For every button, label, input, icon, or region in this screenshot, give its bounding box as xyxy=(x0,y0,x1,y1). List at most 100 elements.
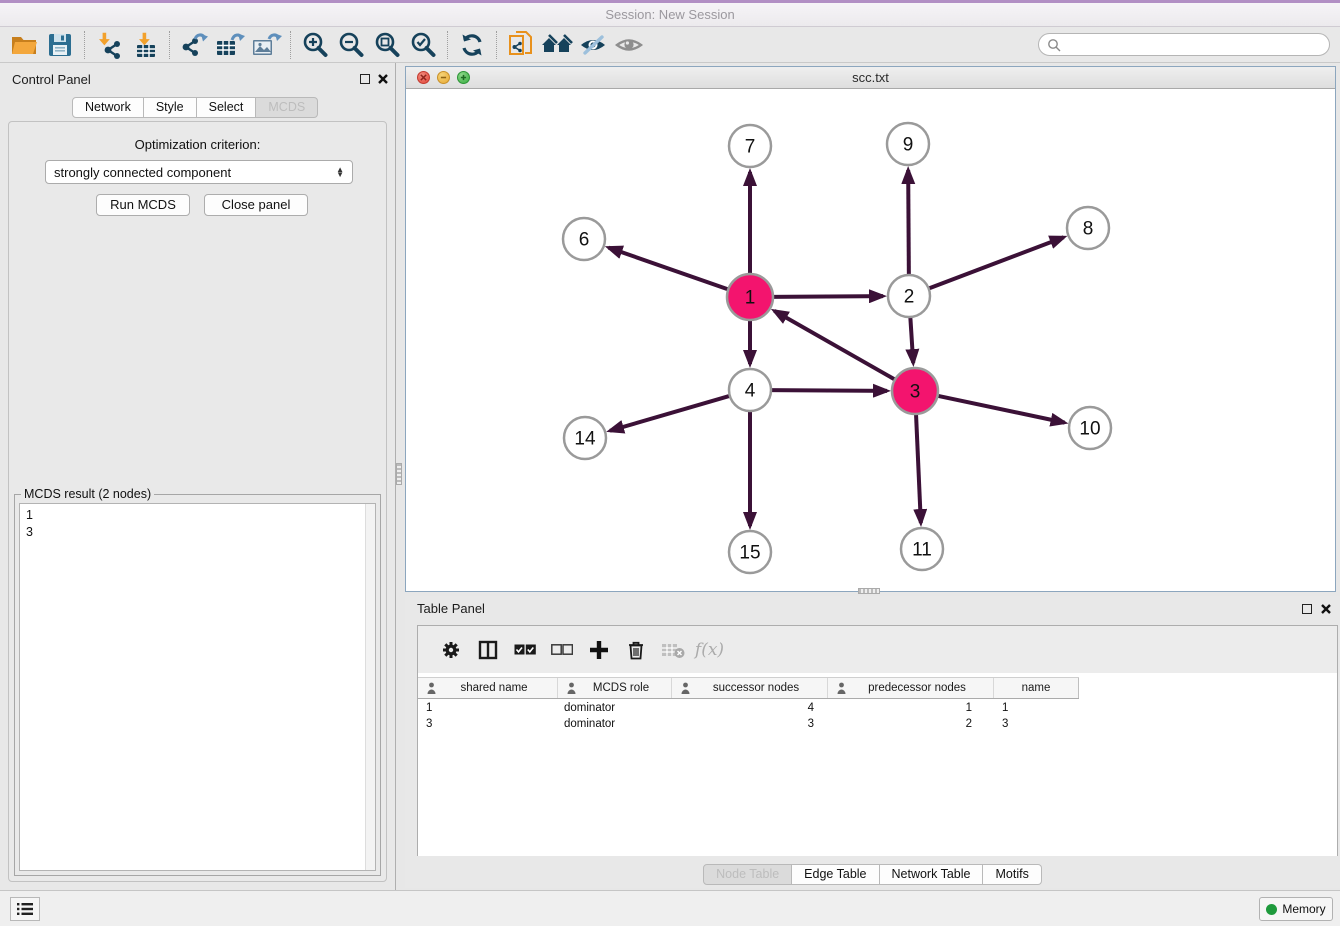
eye-icon xyxy=(614,33,644,57)
network-canvas[interactable]: 7968124314101511 xyxy=(406,89,1335,591)
tab-network-table[interactable]: Network Table xyxy=(880,864,984,885)
graph-edge-4-14[interactable] xyxy=(610,396,731,431)
graph-edge-1-2[interactable] xyxy=(772,296,883,297)
run-mcds-button[interactable]: Run MCDS xyxy=(96,194,190,216)
horizontal-splitter-grip[interactable] xyxy=(858,588,880,594)
result-scrollbar[interactable] xyxy=(365,504,375,870)
column-header-name[interactable]: name xyxy=(994,678,1079,698)
graph-edge-3-11[interactable] xyxy=(916,413,921,523)
graph-node-label-1: 1 xyxy=(745,288,756,309)
mcds-result-box[interactable]: 1 3 xyxy=(19,503,376,871)
open-session-button[interactable] xyxy=(6,30,42,60)
refresh-button[interactable] xyxy=(454,30,490,60)
close-panel-button[interactable]: Close panel xyxy=(204,194,308,216)
graph-edge-2-3[interactable] xyxy=(910,316,913,363)
memory-label: Memory xyxy=(1282,902,1325,916)
zoom-in-button[interactable] xyxy=(297,30,333,60)
graph-edge-4-3[interactable] xyxy=(770,390,887,391)
search-input[interactable] xyxy=(1061,36,1329,54)
column-label: predecessor nodes xyxy=(853,682,993,694)
export-network-button[interactable] xyxy=(176,30,212,60)
graph-edge-1-6[interactable] xyxy=(609,248,730,290)
import-table-button[interactable] xyxy=(127,30,163,60)
tab-edge-table[interactable]: Edge Table xyxy=(792,864,879,885)
cell-mcds-role: dominator xyxy=(558,702,672,714)
graph-edge-2-8[interactable] xyxy=(928,237,1064,289)
export-table-button[interactable] xyxy=(212,30,248,60)
show-graphics-details-button[interactable] xyxy=(611,30,647,60)
export-image-button[interactable] xyxy=(248,30,284,60)
delete-table-icon xyxy=(661,641,685,659)
task-list-icon xyxy=(17,902,33,916)
cell-shared-name: 3 xyxy=(418,718,558,730)
tab-network[interactable]: Network xyxy=(72,97,144,118)
zoom-selected-button[interactable] xyxy=(405,30,441,60)
node-table: shared name MCDS role successor nodes xyxy=(418,673,1337,856)
cell-predecessor-nodes: 1 xyxy=(828,702,994,714)
task-history-button[interactable] xyxy=(10,897,40,921)
graph-edge-2-9[interactable] xyxy=(908,170,909,276)
cell-name: 1 xyxy=(994,702,1079,714)
select-stepper-icon: ▲▼ xyxy=(336,167,344,177)
float-table-panel-icon[interactable] xyxy=(1302,604,1312,614)
table-settings-button[interactable] xyxy=(432,635,469,665)
close-table-panel-icon[interactable] xyxy=(1320,603,1332,615)
search-icon xyxy=(1047,38,1061,52)
create-column-button[interactable] xyxy=(580,635,617,665)
function-builder-button[interactable]: f(x) xyxy=(691,635,728,665)
memory-button[interactable]: Memory xyxy=(1259,897,1333,921)
tab-node-table[interactable]: Node Table xyxy=(703,864,792,885)
graph-edge-3-10[interactable] xyxy=(937,396,1065,423)
network-window-title: scc.txt xyxy=(406,70,1335,85)
table-row[interactable]: 3 dominator 3 2 3 xyxy=(418,716,1079,732)
cell-shared-name: 1 xyxy=(418,702,558,714)
delete-table-button[interactable] xyxy=(654,635,691,665)
open-folder-icon xyxy=(10,33,38,57)
refresh-icon xyxy=(458,31,486,59)
tab-mcds[interactable]: MCDS xyxy=(256,97,318,118)
toolbar-search[interactable] xyxy=(1038,33,1330,56)
unchecked-boxes-icon xyxy=(551,644,573,655)
hide-graphics-details-button[interactable] xyxy=(575,30,611,60)
zoom-fit-button[interactable] xyxy=(369,30,405,60)
unselect-all-columns-button[interactable] xyxy=(543,635,580,665)
optimization-criterion-value: strongly connected component xyxy=(54,165,231,180)
column-header-successor-nodes[interactable]: successor nodes xyxy=(672,678,828,698)
column-header-predecessor-nodes[interactable]: predecessor nodes xyxy=(828,678,994,698)
zoom-out-icon xyxy=(337,31,365,59)
toolbar-separator xyxy=(84,31,85,59)
fx-icon: f(x) xyxy=(695,640,724,660)
graph-node-label-8: 8 xyxy=(1083,219,1094,240)
delete-column-button[interactable] xyxy=(617,635,654,665)
vertical-splitter-grip[interactable] xyxy=(396,463,402,485)
zoom-fit-icon xyxy=(373,31,401,59)
tab-style[interactable]: Style xyxy=(144,97,197,118)
optimization-criterion-select[interactable]: strongly connected component ▲▼ xyxy=(45,160,353,184)
graph-edge-3-1[interactable] xyxy=(774,311,896,380)
main-toolbar xyxy=(0,27,1340,63)
toolbar-separator xyxy=(169,31,170,59)
save-session-button[interactable] xyxy=(42,30,78,60)
float-panel-icon[interactable] xyxy=(360,74,370,84)
select-all-columns-button[interactable] xyxy=(506,635,543,665)
table-toolbar: f(x) xyxy=(418,626,1337,673)
import-table-icon xyxy=(131,31,159,59)
table-row[interactable]: 1 dominator 4 1 1 xyxy=(418,700,1079,716)
network-window-titlebar[interactable]: scc.txt xyxy=(406,67,1335,89)
tab-motifs[interactable]: Motifs xyxy=(983,864,1041,885)
show-all-networks-button[interactable] xyxy=(539,30,575,60)
control-panel-header: Control Panel xyxy=(0,70,395,90)
column-label: successor nodes xyxy=(697,682,827,694)
close-panel-icon[interactable] xyxy=(377,73,389,85)
tab-select[interactable]: Select xyxy=(197,97,257,118)
hierarchy-icon xyxy=(836,682,847,694)
network-window: scc.txt 7968124314101511 xyxy=(405,66,1336,592)
zoom-out-button[interactable] xyxy=(333,30,369,60)
show-column-button[interactable] xyxy=(469,635,506,665)
duplicate-network-button[interactable] xyxy=(503,30,539,60)
import-network-icon xyxy=(95,31,123,59)
cell-successor-nodes: 4 xyxy=(672,702,828,714)
import-network-button[interactable] xyxy=(91,30,127,60)
column-header-mcds-role[interactable]: MCDS role xyxy=(558,678,672,698)
column-header-shared-name[interactable]: shared name xyxy=(418,678,558,698)
